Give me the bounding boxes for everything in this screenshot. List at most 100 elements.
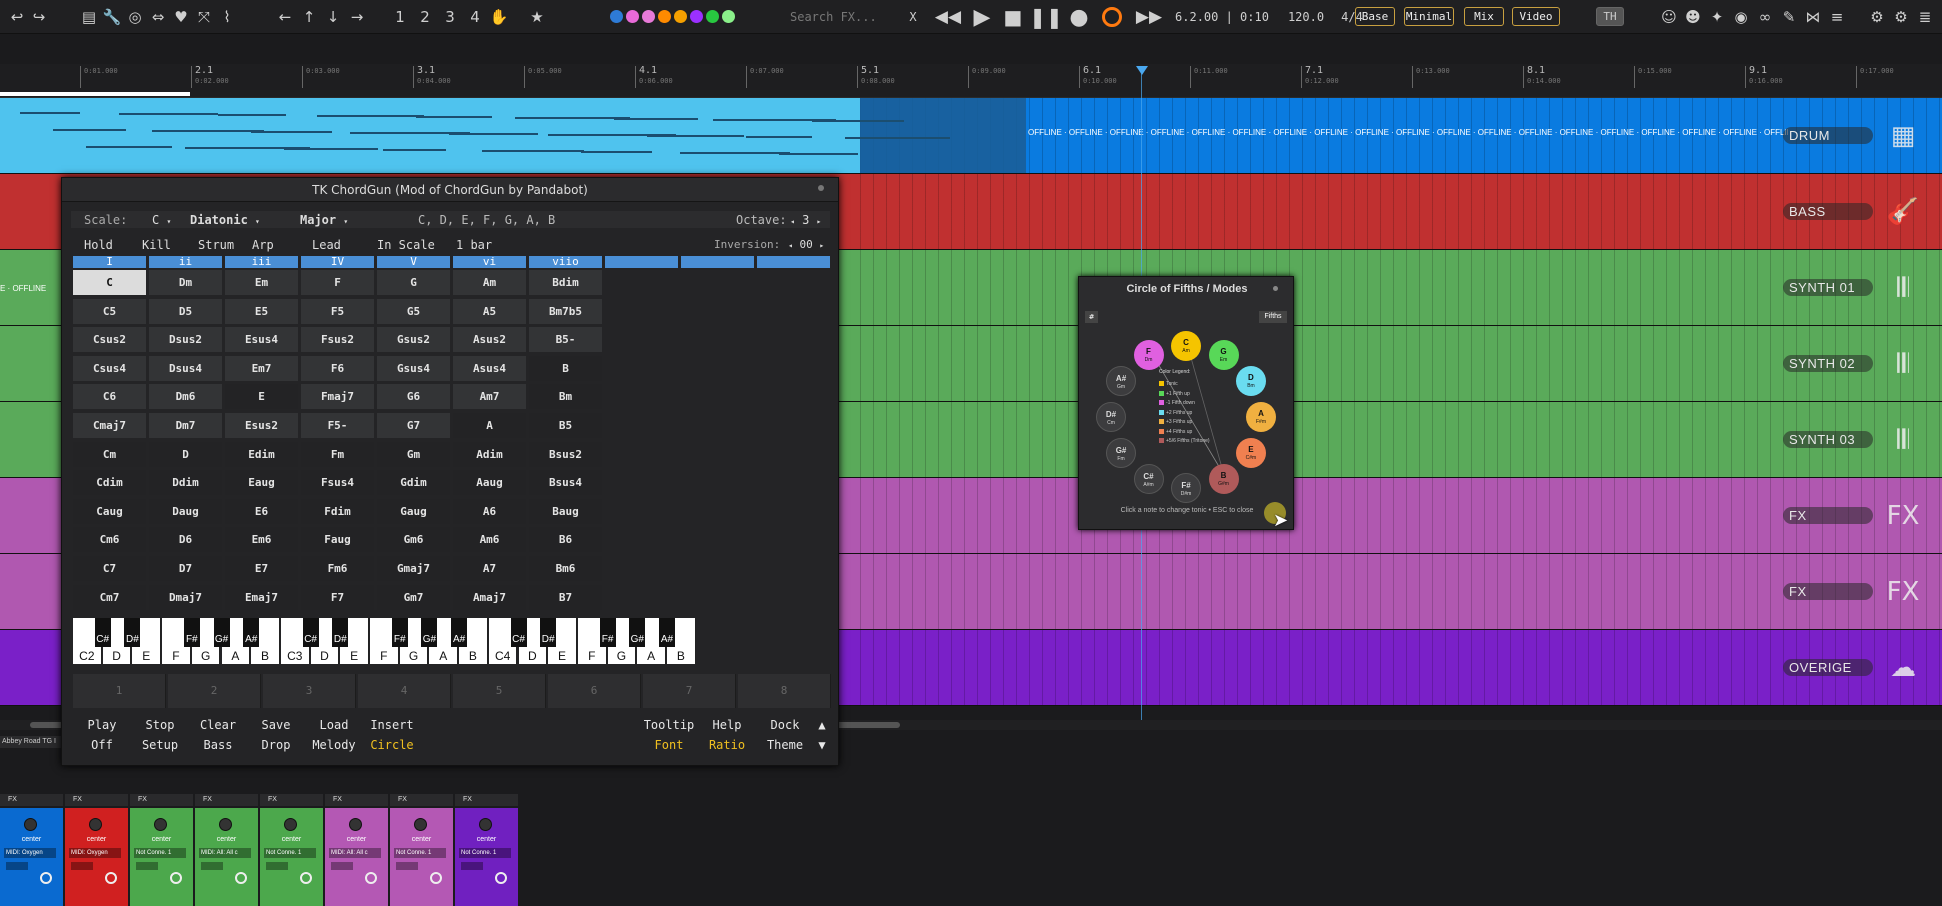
circle-note-d-sharp[interactable]: D# Cm	[1096, 402, 1126, 432]
input-monitor[interactable]	[266, 862, 288, 870]
timeline-ruler[interactable]: 0:01.000 2.1 0:02.000 0:03.000 3.1 0:04.000 0:…	[0, 64, 1942, 98]
clear-search-button[interactable]: X	[906, 6, 920, 28]
chord-button[interactable]: Gsus4	[377, 355, 450, 381]
chord-button[interactable]: Faug	[301, 527, 374, 553]
record-arm-button[interactable]	[495, 872, 507, 884]
piano-black-key[interactable]: A#	[451, 618, 468, 647]
view-minimal-button[interactable]: Minimal	[1404, 7, 1454, 26]
expand-icon[interactable]: ⤧	[195, 6, 213, 28]
wrench-icon[interactable]: 🔧	[103, 6, 122, 28]
track-name-label[interactable]: SYNTH 03	[1783, 431, 1873, 448]
button-play[interactable]: Play	[73, 716, 131, 735]
chord-button[interactable]: Bsus2	[529, 441, 602, 467]
record-arm-button[interactable]	[105, 872, 117, 884]
chord-button[interactable]: Amaj7	[453, 584, 526, 610]
chord-button[interactable]: D6	[149, 527, 222, 553]
button-tooltip[interactable]: Tooltip	[640, 716, 698, 735]
screenset-3[interactable]: 3	[442, 6, 458, 28]
chord-button[interactable]: C6	[73, 384, 146, 410]
chord-button[interactable]: C	[73, 270, 146, 295]
chord-button[interactable]: Bm6	[529, 556, 602, 581]
arrow-up-icon[interactable]: ↑	[300, 6, 318, 28]
track-name-label[interactable]: FX	[1783, 507, 1873, 524]
chord-button[interactable]: Dsus4	[149, 355, 222, 381]
chord-button[interactable]: Gmaj7	[377, 556, 450, 581]
play-icon[interactable]: ▶	[970, 5, 994, 30]
control-in-scale-button[interactable]: In Scale	[377, 238, 435, 252]
chord-button[interactable]: B5-	[529, 327, 602, 353]
chord-button[interactable]: Gm7	[377, 584, 450, 610]
strip-fx-button[interactable]: FX	[325, 794, 388, 806]
color-dot-5[interactable]	[674, 10, 687, 23]
piano-black-key[interactable]: C#	[510, 618, 527, 647]
view-video-button[interactable]: Video	[1512, 7, 1560, 26]
button-drop[interactable]: Drop	[247, 736, 305, 755]
chord-button[interactable]: G7	[377, 413, 450, 438]
chord-button[interactable]: F7	[301, 584, 374, 610]
chord-button[interactable]: Eaug	[225, 470, 298, 496]
input-monitor[interactable]	[71, 862, 93, 870]
control-kill-button[interactable]: Kill	[142, 238, 171, 252]
pan-knob[interactable]	[154, 818, 167, 831]
strip-fx-button[interactable]: FX	[455, 794, 518, 806]
mask-icon[interactable]: ◉	[1732, 6, 1750, 28]
control-lead-button[interactable]: Lead	[312, 238, 341, 252]
chord-button[interactable]: Gm6	[377, 527, 450, 553]
chord-button[interactable]: Gaug	[377, 498, 450, 524]
color-dot-1[interactable]	[610, 10, 623, 23]
fast-forward-icon[interactable]: ▶▶	[1134, 6, 1164, 28]
circle-note-g[interactable]: G Em	[1208, 340, 1239, 371]
star-icon[interactable]: ★	[528, 6, 546, 28]
chord-button[interactable]: B	[529, 355, 602, 381]
chord-button[interactable]: Fsus4	[301, 470, 374, 496]
sequencer-step[interactable]: 3	[263, 674, 356, 708]
track-name-label[interactable]: BASS	[1783, 203, 1873, 220]
control-hold-button[interactable]: Hold	[84, 238, 113, 252]
chord-button[interactable]: C5	[73, 298, 146, 324]
chord-button[interactable]: D5	[149, 298, 222, 324]
chord-button[interactable]: Fsus2	[301, 327, 374, 353]
screenset-1[interactable]: 1	[392, 6, 408, 28]
record-arm-button[interactable]	[430, 872, 442, 884]
button-theme[interactable]: Theme	[756, 736, 814, 755]
chord-button[interactable]: Bdim	[529, 270, 602, 295]
loop-record-icon[interactable]	[1100, 6, 1124, 28]
piano-black-key[interactable]: G#	[421, 618, 438, 647]
user-badge[interactable]: TH	[1596, 7, 1624, 26]
chord-button[interactable]: Asus4	[453, 355, 526, 381]
button-setup[interactable]: Setup	[131, 736, 189, 755]
project-icon[interactable]: ▤	[80, 6, 98, 28]
track-name-label[interactable]: DRUM	[1783, 127, 1873, 144]
scroll-down-button[interactable]: ▼	[814, 736, 830, 755]
chord-button[interactable]: Fm6	[301, 556, 374, 581]
button-ratio[interactable]: Ratio	[698, 736, 756, 755]
infinity-icon[interactable]: ∞	[1756, 6, 1774, 28]
chord-button[interactable]: Ddim	[149, 470, 222, 496]
undo-icon[interactable]: ↩	[8, 6, 26, 28]
chord-button[interactable]: Csus2	[73, 327, 146, 353]
chord-button[interactable]: D7	[149, 556, 222, 581]
sequencer-step[interactable]: 7	[643, 674, 736, 708]
search-fx-input[interactable]: Search FX...	[790, 6, 890, 28]
track-name-label[interactable]: SYNTH 01	[1783, 279, 1873, 296]
scroll-up-button[interactable]: ▲	[814, 716, 830, 735]
record-arm-button[interactable]	[40, 872, 52, 884]
input-select[interactable]: Not Conne. 1	[264, 848, 316, 858]
chord-button[interactable]: Cm6	[73, 527, 146, 553]
strip-fx-button[interactable]: FX	[195, 794, 258, 806]
piano-black-key[interactable]: C#	[94, 618, 111, 647]
chord-button[interactable]: Emaj7	[225, 584, 298, 610]
circle-note-e[interactable]: E C#m	[1235, 437, 1266, 468]
chord-button[interactable]: A5	[453, 298, 526, 324]
ring-icon[interactable]: ◎	[126, 6, 144, 28]
inversion-stepper[interactable]: ◂ 00 ▸	[788, 238, 824, 251]
button-dock[interactable]: Dock	[756, 716, 814, 735]
heart-icon[interactable]: ♥	[172, 6, 190, 28]
chordgun-title[interactable]: TK ChordGun (Mod of ChordGun by Pandabot…	[62, 178, 838, 202]
chord-button[interactable]: Dm7	[149, 413, 222, 438]
circle-note-g-sharp[interactable]: G# Fm	[1106, 437, 1137, 468]
record-arm-button[interactable]	[365, 872, 377, 884]
chord-button[interactable]: Bm	[529, 384, 602, 410]
piano-black-key[interactable]: F#	[599, 618, 616, 647]
input-monitor[interactable]	[6, 862, 28, 870]
